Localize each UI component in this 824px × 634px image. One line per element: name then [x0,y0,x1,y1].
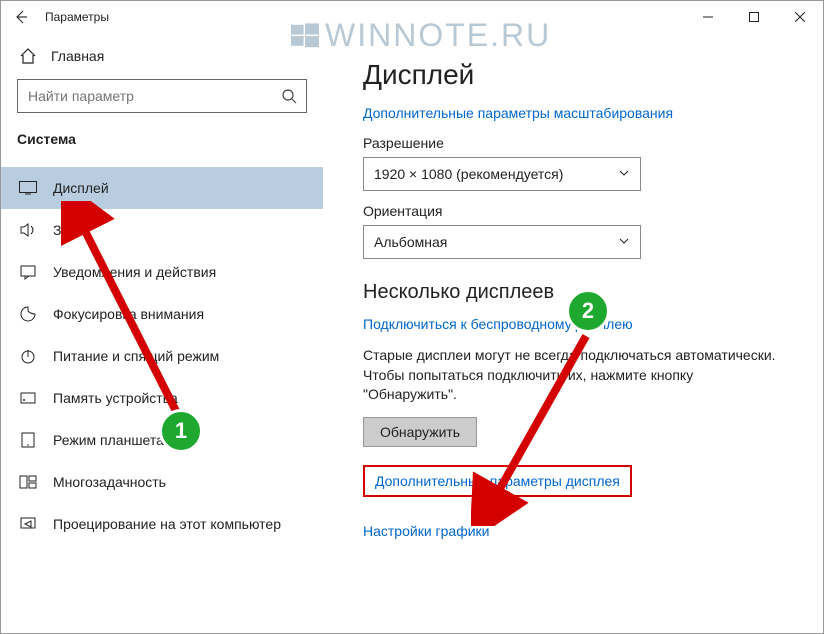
storage-icon [19,389,37,407]
projecting-icon [19,515,37,533]
home-label: Главная [51,48,104,64]
detect-button[interactable]: Обнаружить [363,417,477,447]
back-button[interactable] [1,1,41,33]
search-field[interactable] [18,88,272,104]
focus-icon [19,305,37,323]
annotation-badge-2: 2 [566,289,610,333]
resolution-value: 1920 × 1080 (рекомендуется) [374,166,563,182]
window-title: Параметры [45,10,109,24]
home-icon [19,47,37,65]
sidebar-item-projecting[interactable]: Проецирование на этот компьютер [1,503,323,545]
page-title: Дисплей [363,59,783,91]
sidebar-item-label: Многозадачность [53,474,166,490]
sidebar-item-label: Проецирование на этот компьютер [53,516,281,532]
display-icon [19,179,37,197]
minimize-button[interactable] [685,1,731,33]
tablet-icon [19,431,37,449]
power-icon [19,347,37,365]
resolution-select[interactable]: 1920 × 1080 (рекомендуется) [363,157,641,191]
sidebar-group-title: Система [1,131,323,157]
titlebar: Параметры [1,1,823,33]
window-controls [685,1,823,33]
close-button[interactable] [777,1,823,33]
annotation-arrow-2 [471,326,631,526]
search-icon [272,79,306,113]
sidebar-item-label: Дисплей [53,180,109,196]
orientation-select[interactable]: Альбомная [363,225,641,259]
resolution-label: Разрешение [363,135,783,151]
sidebar-item-multitask[interactable]: Многозадачность [1,461,323,503]
sound-icon [19,221,37,239]
orientation-value: Альбомная [374,234,447,250]
orientation-label: Ориентация [363,203,783,219]
maximize-button[interactable] [731,1,777,33]
chevron-down-icon [618,234,630,250]
chevron-down-icon [618,166,630,182]
notifications-icon [19,263,37,281]
search-input[interactable] [17,79,307,113]
multitask-icon [19,473,37,491]
scaling-link[interactable]: Дополнительные параметры масштабирования [363,105,783,121]
annotation-badge-1: 1 [159,409,203,453]
home-link[interactable]: Главная [1,39,323,79]
annotation-arrow-1 [61,201,211,441]
